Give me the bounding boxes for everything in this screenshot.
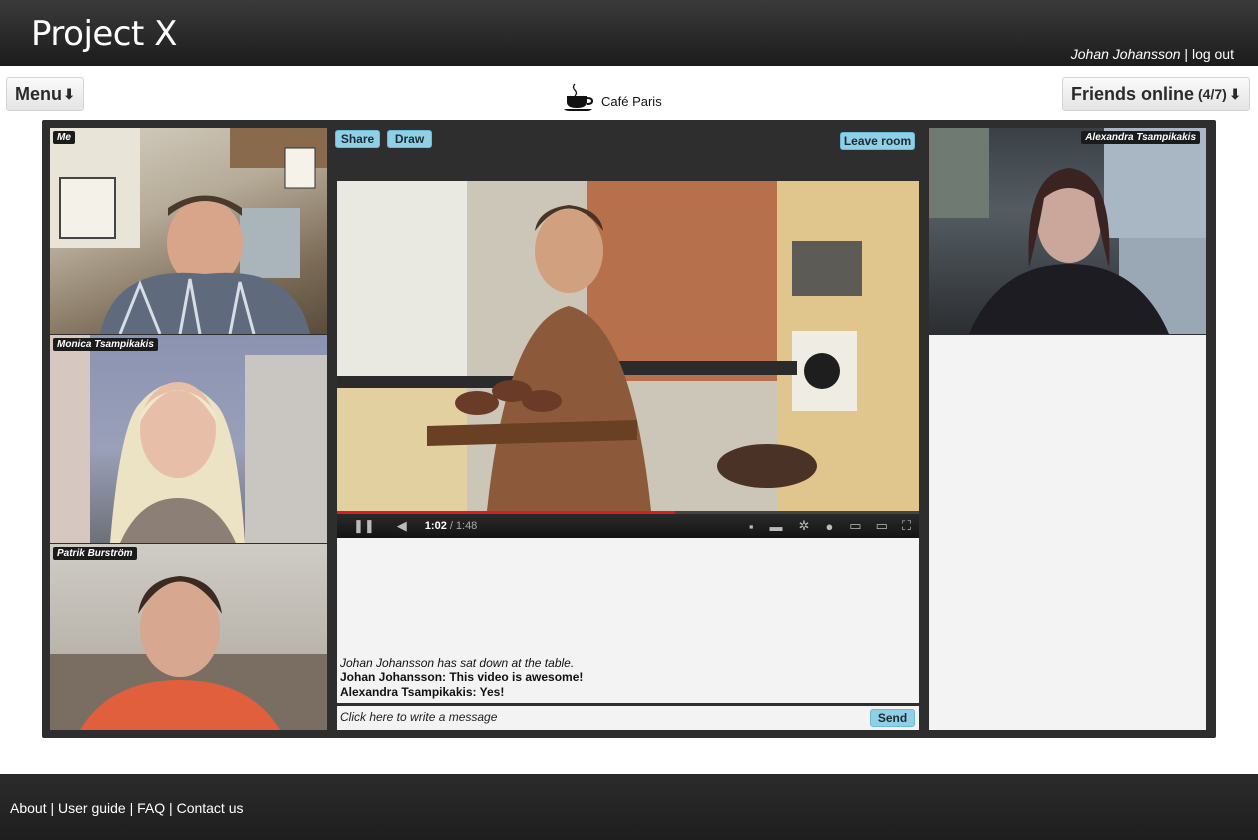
- video-current-time: 1:02: [424, 520, 447, 532]
- chat-lines: Johan Johansson has sat down at the tabl…: [340, 656, 583, 700]
- video-controls: ❚❚ ◀ 1:02 / 1:48 ▪ ▬ ✲ ● ▭ ▭ ⛶: [337, 514, 919, 538]
- friends-online-button[interactable]: Friends online (4/7) ⬇: [1062, 77, 1250, 111]
- arrow-down-icon: ⬇: [1229, 85, 1241, 102]
- settings-gear-icon[interactable]: ✲: [799, 518, 810, 534]
- video-total-time: 1:48: [455, 520, 478, 532]
- footer-links: About | User guide | FAQ | Contact us: [10, 800, 244, 816]
- large-player-icon[interactable]: ▭: [876, 518, 888, 534]
- annotations-icon[interactable]: ▬: [770, 519, 783, 534]
- brand-title: Project X: [31, 14, 177, 54]
- menu-label: Menu: [15, 83, 62, 104]
- video-frame[interactable]: [337, 181, 919, 511]
- fullscreen-icon[interactable]: ⛶: [902, 518, 911, 534]
- webcam-me-feed: [50, 128, 327, 334]
- participant-tag-alexandra: Alexandra Tsampikakis: [1081, 131, 1200, 144]
- video-time-separator: /: [449, 520, 453, 532]
- footer-separator: |: [129, 800, 134, 816]
- menu-button[interactable]: Menu ⬇: [6, 77, 84, 111]
- send-button[interactable]: Send: [870, 709, 915, 727]
- captions-icon[interactable]: ▪: [749, 519, 754, 534]
- pause-icon[interactable]: ❚❚: [353, 518, 375, 534]
- draw-button[interactable]: Draw: [387, 130, 432, 148]
- chat-input-row: Click here to write a message Send: [337, 706, 919, 730]
- volume-icon[interactable]: ◀: [397, 518, 407, 534]
- message-input[interactable]: Click here to write a message: [340, 710, 497, 724]
- footer-link-faq[interactable]: FAQ: [137, 800, 165, 816]
- video-scene-image: [337, 181, 919, 511]
- right-side-panel: [929, 335, 1206, 730]
- participant-tag-me: Me: [53, 131, 75, 144]
- chat-message: Alexandra Tsampikakis: Yes!: [340, 684, 505, 699]
- footer-link-contact[interactable]: Contact us: [177, 800, 244, 816]
- webcam-alexandra: Alexandra Tsampikakis: [929, 128, 1206, 334]
- room-name: Café Paris: [601, 94, 662, 109]
- share-button[interactable]: Share: [335, 130, 380, 148]
- webcam-monica-feed: [50, 335, 327, 543]
- webcam-patrik: Patrik Burström: [50, 544, 327, 730]
- coffee-cup-icon: [564, 83, 594, 111]
- app-footer: About | User guide | FAQ | Contact us: [0, 774, 1258, 840]
- footer-separator: |: [169, 800, 173, 816]
- app-header: Project X Johan Johansson | log out: [0, 0, 1258, 66]
- webcam-alexandra-feed: [929, 128, 1206, 334]
- participant-tag-monica: Monica Tsampikakis: [53, 338, 158, 351]
- chat-system-message: Johan Johansson has sat down at the tabl…: [340, 655, 575, 670]
- video-player[interactable]: ❚❚ ◀ 1:02 / 1:48 ▪ ▬ ✲ ● ▭ ▭ ⛶: [337, 181, 919, 538]
- user-name[interactable]: Johan Johansson: [1071, 46, 1181, 62]
- footer-link-about[interactable]: About: [10, 800, 47, 816]
- leave-room-button[interactable]: Leave room: [840, 132, 915, 150]
- chat-log: Johan Johansson has sat down at the tabl…: [337, 538, 919, 703]
- logout-link[interactable]: log out: [1192, 46, 1234, 62]
- arrow-down-icon: ⬇: [63, 85, 75, 102]
- watch-later-icon[interactable]: ●: [825, 519, 833, 534]
- webcam-monica: Monica Tsampikakis: [50, 335, 327, 543]
- chat-message: Johan Johansson: This video is awesome!: [340, 670, 584, 684]
- user-area: Johan Johansson | log out: [1071, 46, 1234, 62]
- small-player-icon[interactable]: ▭: [849, 518, 861, 534]
- friends-count: (4/7): [1198, 86, 1227, 102]
- webcam-me: Me: [50, 128, 327, 334]
- room-title: Café Paris: [563, 82, 662, 112]
- friends-label: Friends online: [1071, 83, 1195, 104]
- webcam-patrik-feed: [50, 576, 327, 730]
- room-frame: Me Monica Tsampikakis Patrik Burström Sh…: [42, 120, 1216, 738]
- participant-tag-patrik: Patrik Burström: [53, 547, 137, 560]
- footer-link-user-guide[interactable]: User guide: [58, 800, 126, 816]
- footer-separator: |: [50, 800, 55, 816]
- user-separator: |: [1184, 46, 1189, 62]
